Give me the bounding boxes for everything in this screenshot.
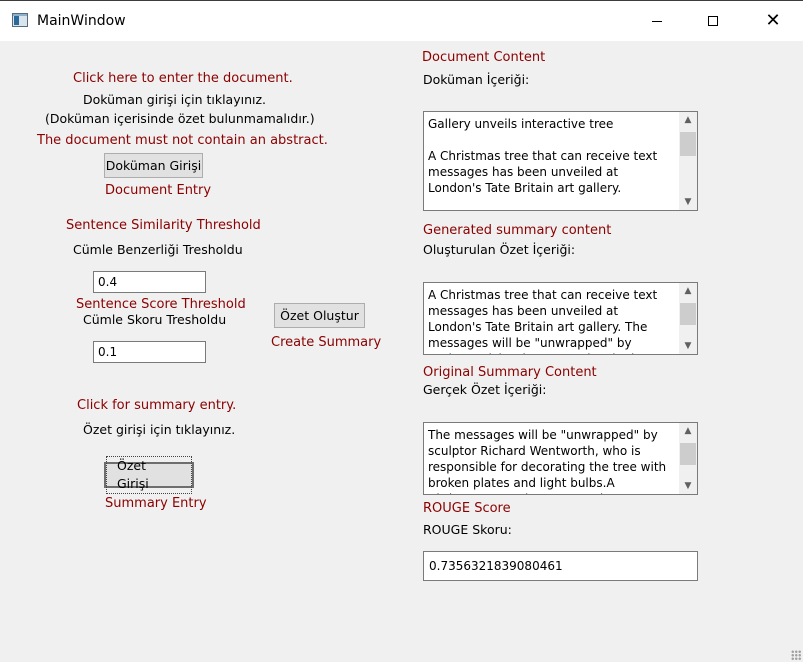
- rouge-score-field[interactable]: 0.7356321839080461: [423, 551, 698, 581]
- maximize-button[interactable]: [690, 1, 736, 41]
- original-summary-textbox[interactable]: The messages will be "unwrapped" by scul…: [423, 422, 698, 495]
- generated-summary-textbox[interactable]: A Christmas tree that can receive text m…: [423, 282, 698, 355]
- score-threshold-label-tr: Cümle Skoru Tresholdu: [83, 312, 227, 327]
- minimize-icon: [652, 20, 662, 22]
- generated-summary-label-en: Generated summary content: [423, 223, 612, 238]
- original-summary-label-en: Original Summary Content: [423, 365, 597, 380]
- summary-entry-label: Summary Entry: [105, 496, 207, 511]
- app-icon: [12, 13, 28, 27]
- scroll-down-arrow-icon[interactable]: ▼: [679, 194, 697, 210]
- rouge-score-label-en: ROUGE Score: [423, 501, 511, 516]
- doc-prompt-en: Click here to enter the document.: [73, 71, 293, 86]
- generated-summary-scrollbar[interactable]: ▲ ▼: [679, 283, 697, 354]
- doc-note-tr: (Doküman içerisinde özet bulunmamalıdır.…: [45, 111, 315, 126]
- document-entry-button[interactable]: Doküman Girişi: [104, 153, 203, 178]
- title-bar[interactable]: MainWindow ✕: [0, 1, 803, 41]
- rouge-score-label-tr: ROUGE Skoru:: [423, 522, 512, 537]
- summary-entry-button[interactable]: Özet Girişi: [104, 456, 194, 494]
- create-summary-button[interactable]: Özet Oluştur: [274, 303, 365, 328]
- maximize-icon: [708, 16, 718, 26]
- document-content-label-en: Document Content: [422, 50, 546, 65]
- similarity-threshold-label-en: Sentence Similarity Threshold: [66, 218, 261, 233]
- score-threshold-label-en: Sentence Score Threshold: [76, 297, 246, 312]
- document-content-text: Gallery unveils interactive tree A Chris…: [428, 117, 658, 195]
- main-window: MainWindow ✕ Click here to enter the doc…: [0, 0, 803, 662]
- scroll-up-arrow-icon[interactable]: ▲: [679, 283, 697, 299]
- original-summary-label-tr: Gerçek Özet İçeriği:: [423, 382, 547, 397]
- create-summary-label: Create Summary: [271, 335, 382, 350]
- generated-summary-text: A Christmas tree that can receive text m…: [428, 288, 658, 354]
- resize-grip-icon[interactable]: [791, 650, 801, 660]
- scroll-down-arrow-icon[interactable]: ▼: [679, 478, 697, 494]
- close-button[interactable]: ✕: [750, 1, 796, 41]
- scrollbar-thumb[interactable]: [680, 443, 696, 465]
- document-content-textbox[interactable]: Gallery unveils interactive tree A Chris…: [423, 111, 698, 211]
- original-summary-scrollbar[interactable]: ▲ ▼: [679, 423, 697, 494]
- generated-summary-label-tr: Oluşturulan Özet İçeriği:: [423, 242, 576, 257]
- summary-prompt-en: Click for summary entry.: [77, 398, 237, 413]
- document-content-label-tr: Doküman İçeriği:: [423, 72, 530, 87]
- scroll-up-arrow-icon[interactable]: ▲: [679, 112, 697, 128]
- close-icon: ✕: [765, 10, 781, 31]
- document-entry-label: Document Entry: [105, 183, 212, 198]
- summary-entry-button-label: Özet Girişi: [106, 456, 192, 494]
- scroll-up-arrow-icon[interactable]: ▲: [679, 423, 697, 439]
- window-title: MainWindow: [37, 13, 126, 29]
- doc-prompt-tr: Doküman girişi için tıklayınız.: [83, 92, 267, 107]
- score-threshold-input[interactable]: 0.1: [93, 341, 206, 363]
- original-summary-text: The messages will be "unwrapped" by scul…: [428, 428, 667, 494]
- document-content-scrollbar[interactable]: ▲ ▼: [679, 112, 697, 210]
- similarity-threshold-input[interactable]: 0.4: [93, 271, 206, 293]
- similarity-threshold-label-tr: Cümle Benzerliği Tresholdu: [73, 242, 243, 257]
- scrollbar-thumb[interactable]: [680, 303, 696, 325]
- minimize-button[interactable]: [634, 1, 680, 41]
- doc-note-en: The document must not contain an abstrac…: [37, 133, 328, 148]
- scroll-down-arrow-icon[interactable]: ▼: [679, 338, 697, 354]
- summary-prompt-tr: Özet girişi için tıklayınız.: [83, 422, 236, 437]
- scrollbar-thumb[interactable]: [680, 132, 696, 156]
